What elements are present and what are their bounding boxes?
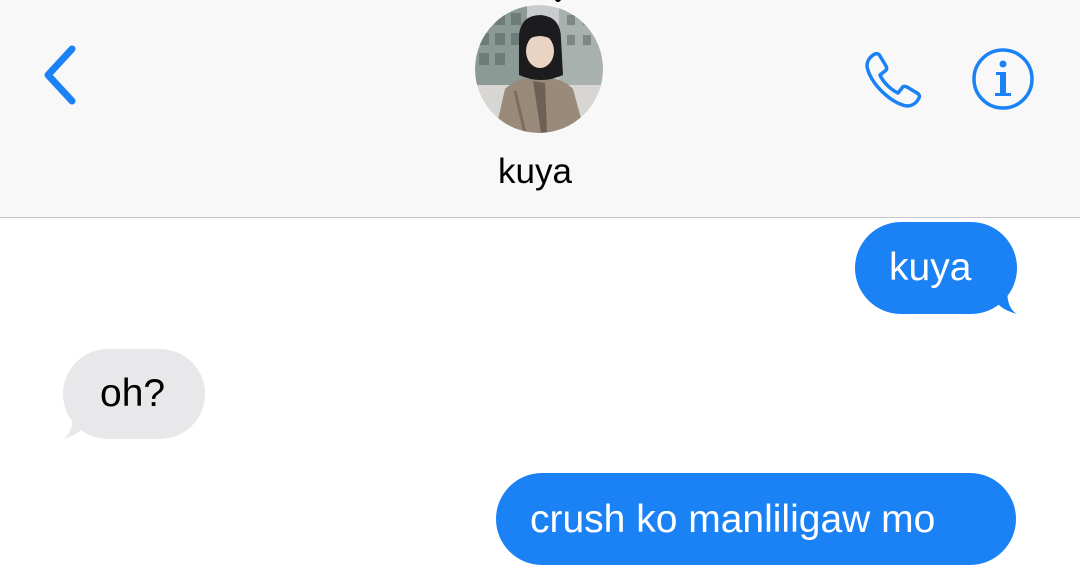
message-text: crush ko manliligaw mo [530,498,936,541]
phone-icon [865,51,922,108]
avatar-photo [475,5,603,133]
chat-header: kuya [0,0,1080,218]
sent-message-bubble[interactable]: kuya [855,222,1017,314]
sent-message-bubble[interactable]: crush ko manliligaw mo [496,473,1016,565]
chevron-left-icon [44,45,76,105]
info-button[interactable] [970,46,1036,112]
bubble-tail [63,399,87,439]
message-text: kuya [889,246,972,289]
info-icon [972,48,1034,110]
call-button[interactable] [855,42,931,118]
contact-avatar[interactable] [475,5,603,133]
chat-screen: kuya kuya oh? crush ko manliligaw mo [0,0,1080,571]
received-message-bubble[interactable]: oh? [63,349,205,439]
contact-name[interactable]: kuya [440,150,630,194]
back-button[interactable] [30,38,90,112]
bubble-tail [993,274,1017,314]
status-dot [555,0,561,2]
message-text: oh? [100,372,166,415]
